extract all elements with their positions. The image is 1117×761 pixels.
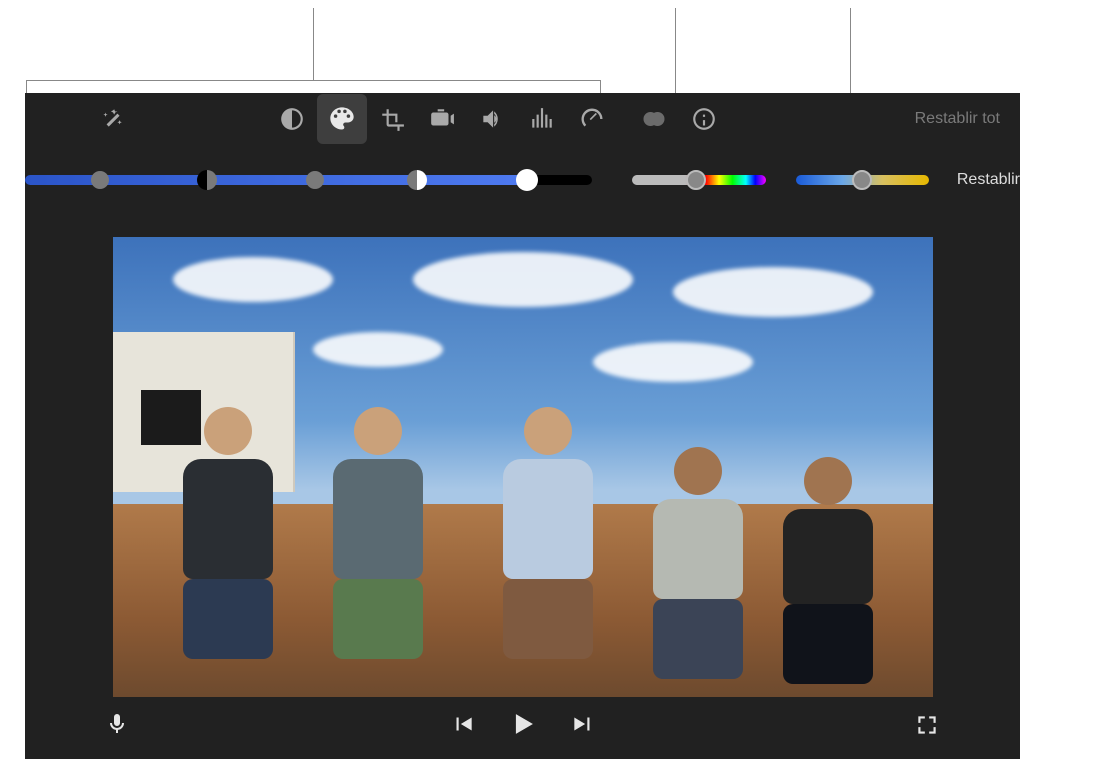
video-adjust-panel: Restablir tot Restablir: [25, 93, 1020, 759]
palette-icon: [328, 105, 356, 133]
callout-vert-center: [313, 8, 314, 80]
levels-handle-midtones[interactable]: [306, 171, 324, 189]
speaker-icon: [479, 106, 505, 132]
clip-filter-button[interactable]: [629, 94, 679, 144]
levels-multi-slider[interactable]: [25, 175, 592, 185]
fullscreen-button[interactable]: [914, 712, 940, 743]
preview-cloud: [673, 267, 873, 317]
transport-bar: [25, 697, 1020, 757]
voiceover-record-button[interactable]: [105, 709, 129, 744]
levels-handle-blacks[interactable]: [91, 171, 109, 189]
magic-wand-icon: [99, 106, 125, 132]
microphone-icon: [105, 709, 129, 739]
play-icon: [506, 707, 540, 741]
preview-cloud: [313, 332, 443, 367]
crop-button[interactable]: [367, 94, 417, 144]
reset-all-label: Restablir tot: [915, 110, 1000, 128]
info-button[interactable]: [679, 94, 729, 144]
info-icon: [691, 106, 717, 132]
playback-controls: [450, 707, 596, 746]
camera-icon: [429, 106, 455, 132]
fullscreen-icon: [914, 712, 940, 738]
saturation-thumb[interactable]: [686, 170, 706, 190]
stabilization-button[interactable]: [417, 94, 467, 144]
crop-icon: [379, 106, 405, 132]
preview-person: [323, 407, 433, 667]
play-button[interactable]: [506, 707, 540, 746]
temperature-slider[interactable]: [796, 175, 929, 185]
temperature-thumb[interactable]: [852, 170, 872, 190]
color-adjust-row: Restablir: [25, 145, 1020, 215]
preview-cloud: [413, 252, 633, 307]
previous-frame-icon: [450, 711, 476, 737]
volume-button[interactable]: [467, 94, 517, 144]
callout-vert-left: [26, 80, 27, 93]
levels-handle-highlights[interactable]: [407, 170, 427, 190]
levels-handle-whites[interactable]: [516, 169, 538, 191]
reset-all-button[interactable]: Restablir tot: [915, 93, 1000, 145]
next-frame-icon: [570, 711, 596, 737]
reset-color-button[interactable]: Restablir: [957, 171, 1020, 189]
overlap-circles-icon: [640, 105, 668, 133]
preview-cloud: [593, 342, 753, 382]
preview-person: [493, 407, 603, 667]
speedometer-icon: [578, 105, 606, 133]
callout-vert-right: [600, 80, 601, 93]
preview-person: [773, 457, 883, 667]
levels-handle-shadows[interactable]: [197, 170, 217, 190]
noise-reduction-button[interactable]: [517, 94, 567, 144]
contrast-button[interactable]: [267, 94, 317, 144]
speed-button[interactable]: [567, 94, 617, 144]
preview-person: [643, 447, 753, 667]
color-correction-button[interactable]: [317, 94, 367, 144]
saturation-slider[interactable]: [632, 175, 765, 185]
preview-cloud: [173, 257, 333, 302]
next-frame-button[interactable]: [570, 711, 596, 742]
callout-horizontal: [26, 80, 600, 81]
adjustments-toolbar: Restablir tot: [25, 93, 1020, 145]
previous-frame-button[interactable]: [450, 711, 476, 742]
preview-person: [173, 407, 283, 667]
video-preview: [113, 237, 933, 697]
reset-color-label: Restablir: [957, 171, 1020, 188]
equalizer-icon: [528, 106, 556, 132]
magic-wand-button[interactable]: [87, 94, 137, 144]
contrast-icon: [279, 106, 305, 132]
